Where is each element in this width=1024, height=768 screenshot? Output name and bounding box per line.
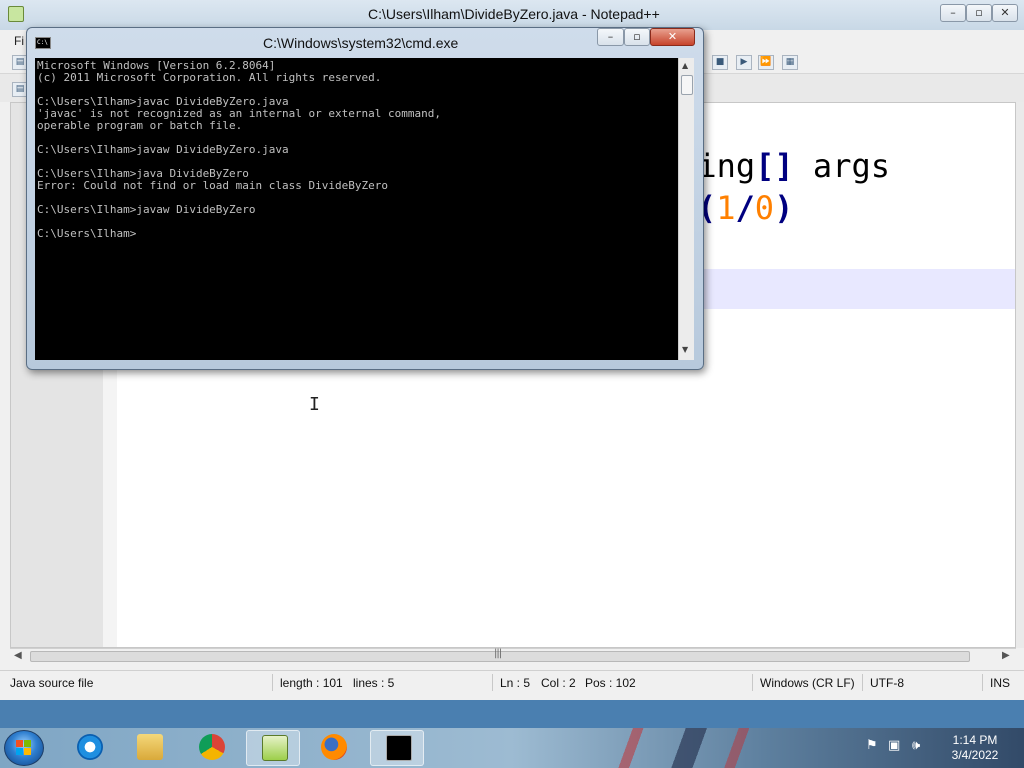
status-separator — [272, 674, 273, 691]
cmd-minimize-button[interactable]: – — [597, 28, 624, 46]
status-eol: Windows (CR LF) — [760, 676, 855, 690]
status-length: length : 101 — [280, 676, 343, 690]
scroll-right-arrow-icon[interactable]: ▶ — [1002, 650, 1010, 661]
cmd-icon: C:\ — [35, 37, 51, 49]
taskbar-file-explorer[interactable] — [122, 730, 176, 766]
start-button[interactable] — [4, 730, 44, 766]
notepad-title-bar[interactable]: C:\Users\Ilham\DivideByZero.java - Notep… — [0, 0, 1024, 30]
taskbar-firefox[interactable] — [306, 730, 360, 766]
run-macro-multiple-icon[interactable]: ⏩ — [758, 55, 774, 70]
taskbar: ⚑ ▣ 🕪 1:14 PM 3/4/2022 — [0, 728, 1024, 768]
status-column: Col : 2 — [541, 676, 576, 690]
taskbar-chrome[interactable] — [184, 730, 238, 766]
volume-icon[interactable]: 🕪 — [912, 738, 920, 753]
notepad-plus-plus-icon — [8, 6, 24, 22]
close-button[interactable]: ✕ — [992, 4, 1018, 22]
clock-date: 3/4/2022 — [951, 748, 999, 762]
cmd-maximize-button[interactable]: ▫ — [624, 28, 650, 46]
taskbar-internet-explorer[interactable] — [62, 730, 116, 766]
status-encoding: UTF-8 — [870, 676, 904, 690]
code-line-division: (1/0) — [697, 189, 793, 227]
internet-explorer-icon — [77, 734, 103, 760]
minimize-button[interactable]: – — [940, 4, 966, 22]
console-line: C:\Users\Ilham>javaw DivideByZero.java — [37, 143, 289, 156]
notepad-plus-plus-icon — [262, 735, 288, 761]
windows-logo-icon — [16, 740, 32, 756]
console-line: Error: Could not find or load main class… — [37, 179, 388, 192]
cmd-console-output[interactable]: Microsoft Windows [Version 6.2.8064] (c)… — [35, 58, 678, 360]
console-line: C:\Users\Ilham>javaw DivideByZero — [37, 203, 256, 216]
cmd-scroll-thumb[interactable] — [681, 75, 693, 95]
taskbar-notepad-plus-plus[interactable] — [246, 730, 300, 766]
cmd-icon — [386, 735, 412, 761]
status-separator — [752, 674, 753, 691]
play-macro-icon[interactable]: ▶ — [736, 55, 752, 70]
clock-time: 1:14 PM — [952, 733, 998, 747]
console-prompt-line: C:\Users\Ilham> — [37, 227, 137, 240]
scroll-grip-icon: ||| — [494, 648, 502, 659]
taskbar-cmd[interactable] — [370, 730, 424, 766]
save-macro-icon[interactable]: ▦ — [782, 55, 798, 70]
code-token: / — [735, 189, 755, 227]
maximize-button[interactable]: ▫ — [966, 4, 992, 22]
code-token: [] — [755, 147, 794, 185]
notepad-window-title: C:\Users\Ilham\DivideByZero.java - Notep… — [368, 6, 660, 22]
console-line: (c) 2011 Microsoft Corporation. All righ… — [37, 71, 382, 84]
record-macro-icon[interactable]: ■ — [712, 55, 728, 70]
code-token: ) — [774, 189, 794, 227]
network-icon[interactable]: ▣ — [888, 738, 900, 753]
notepad-status-bar: Java source file length : 101 lines : 5 … — [0, 670, 1024, 694]
status-file-type: Java source file — [10, 676, 94, 690]
code-token: 0 — [754, 189, 775, 227]
cmd-window-title: C:\Windows\system32\cmd.exe — [263, 35, 459, 51]
action-center-flag-icon[interactable]: ⚑ — [866, 738, 878, 753]
code-token: 1 — [716, 189, 736, 227]
cmd-vertical-scrollbar[interactable]: ▲ ▼ — [678, 58, 694, 360]
chrome-icon — [199, 734, 225, 760]
cmd-window: C:\ C:\Windows\system32\cmd.exe – ▫ ✕ Mi… — [26, 27, 704, 370]
status-separator — [492, 674, 493, 691]
file-explorer-icon — [137, 734, 163, 760]
status-line-number: Ln : 5 — [500, 676, 531, 690]
taskbar-wallpaper-decoration — [580, 728, 830, 768]
scroll-up-arrow-icon[interactable]: ▲ — [682, 61, 688, 70]
console-line: operable program or batch file. — [37, 119, 243, 132]
firefox-icon — [321, 734, 347, 760]
system-tray: ⚑ ▣ 🕪 — [862, 736, 932, 760]
code-token: args — [793, 147, 890, 185]
status-insert-mode: INS — [990, 676, 1011, 690]
taskbar-clock[interactable]: 1:14 PM 3/4/2022 — [940, 733, 1010, 763]
cmd-title-bar[interactable]: C:\ C:\Windows\system32\cmd.exe – ▫ ✕ — [27, 28, 703, 58]
editor-horizontal-scrollbar[interactable]: ◀ ||| ▶ — [10, 648, 1016, 664]
editor-vertical-scrollbar[interactable] — [1016, 102, 1024, 648]
text-cursor-ibeam-icon: I — [309, 394, 320, 415]
status-separator — [982, 674, 983, 691]
scroll-left-arrow-icon[interactable]: ◀ — [14, 650, 22, 661]
scroll-down-arrow-icon[interactable]: ▼ — [682, 345, 688, 354]
menu-file[interactable]: Fi — [14, 34, 24, 48]
cmd-close-button[interactable]: ✕ — [650, 28, 695, 46]
status-separator — [862, 674, 863, 691]
status-position: Pos : 102 — [585, 676, 636, 690]
status-lines: lines : 5 — [353, 676, 395, 690]
